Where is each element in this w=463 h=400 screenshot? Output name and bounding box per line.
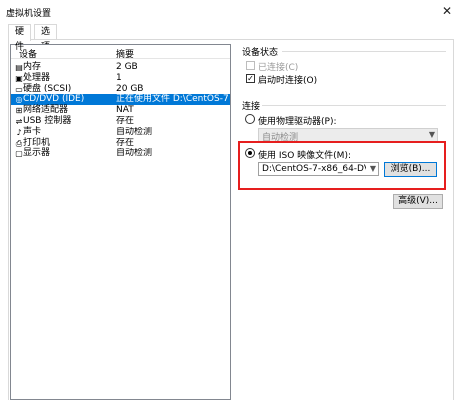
device-summary: 存在	[116, 137, 135, 148]
device-name: CD/DVD (IDE)	[23, 94, 85, 105]
physical-drive-select[interactable]: 自动检测 ▼	[258, 128, 438, 143]
group-divider	[262, 105, 446, 106]
group-divider	[282, 51, 446, 52]
device-row[interactable]: ▢ 显示器 自动检测	[11, 148, 230, 159]
device-row[interactable]: ▤ 内存 2 GB	[11, 62, 230, 73]
device-status-title: 设备状态	[242, 48, 279, 58]
device-table-header: 设备 摘要	[11, 45, 230, 60]
device-row[interactable]: ⎙ 打印机 存在	[11, 138, 230, 149]
device-name: 声卡	[23, 126, 42, 137]
connected-label: 已连接(C)	[258, 63, 299, 73]
tab-options[interactable]: 选项	[34, 24, 58, 52]
device-name: 内存	[23, 62, 42, 72]
device-summary: NAT	[116, 105, 134, 116]
tab-hardware[interactable]: 硬件	[8, 24, 32, 52]
device-summary: 自动检测	[116, 148, 153, 159]
physical-drive-label: 使用物理驱动器(P):	[258, 117, 337, 127]
device-summary: 1	[116, 72, 122, 83]
connect-at-power-on-checkbox[interactable]: ✓	[246, 74, 255, 83]
highlight-annotation	[238, 141, 446, 190]
device-table: 设备 摘要 ▤ 内存 2 GB ▣ 处理器 1 ▭ 硬盘 (SCSI) 20 GB ◎ CD/DVD…	[10, 44, 231, 400]
advanced-button[interactable]: 高级(V)...	[393, 194, 443, 209]
device-name: USB 控制器	[23, 116, 72, 126]
device-row[interactable]: ⊞ 网络适配器 NAT	[11, 105, 230, 116]
device-row[interactable]: ♪ 声卡 自动检测	[11, 127, 230, 138]
device-name: 网络适配器	[23, 105, 69, 116]
device-name: 显示器	[23, 148, 51, 159]
physical-drive-radio[interactable]	[245, 114, 255, 124]
connected-checkbox[interactable]	[246, 61, 255, 70]
device-row[interactable]: ⇌ USB 控制器 存在	[11, 116, 230, 127]
connection-title: 连接	[242, 102, 261, 112]
device-summary: 20 GB	[116, 83, 144, 94]
connect-at-power-on-label: 启动时连接(O)	[258, 76, 318, 86]
device-summary: 2 GB	[116, 62, 138, 72]
title-bar: 虚拟机设置 ✕	[0, 0, 463, 22]
device-summary: 自动检测	[116, 126, 153, 137]
device-summary: 存在	[116, 116, 135, 126]
close-icon[interactable]: ✕	[436, 2, 458, 20]
window-title: 虚拟机设置	[6, 9, 52, 19]
column-summary[interactable]: 摘要	[116, 47, 134, 60]
device-name: 打印机	[23, 137, 51, 148]
device-summary: 正在使用文件 D:\CentOS-7-x...	[116, 94, 229, 105]
device-row[interactable]: ▣ 处理器 1	[11, 73, 230, 84]
device-name: 处理器	[23, 72, 51, 83]
device-row[interactable]: ◎CD/DVD (IDE)正在使用文件 D:\CentOS-7-x...	[11, 94, 230, 106]
device-name: 硬盘 (SCSI)	[23, 83, 72, 94]
chevron-down-icon: ▼	[428, 130, 435, 139]
device-row[interactable]: ▭ 硬盘 (SCSI) 20 GB	[11, 84, 230, 95]
